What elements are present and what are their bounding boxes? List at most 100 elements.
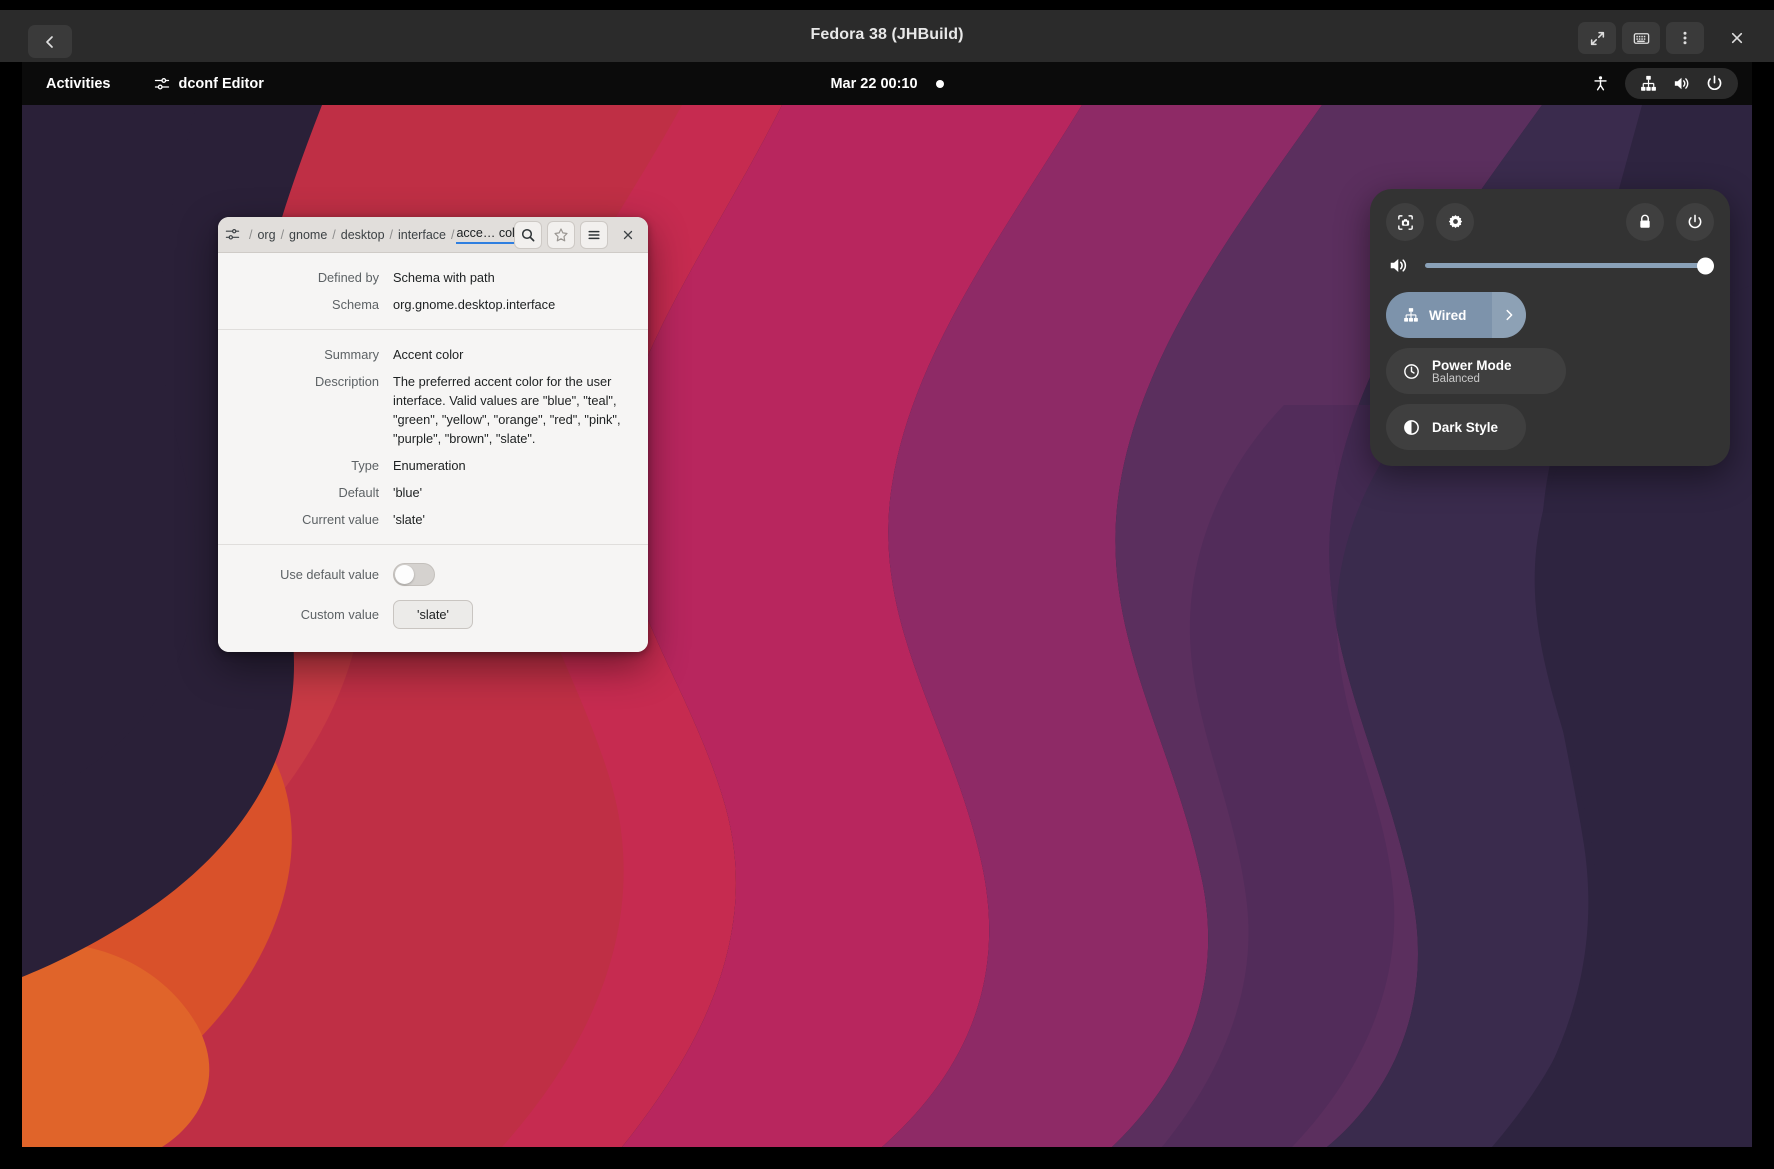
volume-high-icon (1388, 255, 1409, 276)
close-icon (1729, 30, 1745, 46)
row-value: Schema with path (393, 268, 495, 287)
volume-slider[interactable] (1425, 263, 1712, 268)
accessibility-icon (1592, 75, 1609, 92)
breadcrumb-item-desktop[interactable]: desktop (338, 227, 388, 243)
screenshot-icon (1396, 213, 1415, 232)
row-use-default-value: Use default value (218, 559, 648, 590)
row-value: 'blue' (393, 483, 422, 502)
clock-label[interactable]: Mar 22 00:10 (830, 76, 917, 92)
row-label: Defined by (218, 268, 393, 287)
network-wired-icon (1639, 74, 1658, 93)
breadcrumb-separator: / (330, 228, 337, 242)
row-schema: Schema org.gnome.desktop.interface (218, 291, 648, 318)
search-icon (520, 227, 536, 243)
accessibility-button[interactable] (1586, 71, 1615, 96)
quick-tile-dark-style[interactable]: Dark Style (1386, 404, 1526, 450)
row-custom-value: Custom value 'slate' (218, 590, 648, 633)
breadcrumb-item-gnome[interactable]: gnome (286, 227, 330, 243)
close-button[interactable] (615, 222, 641, 248)
fullscreen-button[interactable] (1578, 22, 1616, 54)
volume-icon (1672, 74, 1691, 93)
row-value: The preferred accent color for the user … (393, 372, 625, 448)
quick-tile-power-mode[interactable]: Power Mode Balanced (1386, 348, 1566, 394)
row-label: Use default value (218, 565, 393, 584)
row-label: Current value (218, 510, 393, 529)
use-default-value-toggle[interactable] (393, 563, 435, 586)
volume-slider-row (1388, 255, 1712, 276)
breadcrumb-separator: / (449, 228, 456, 242)
keyboard-button[interactable] (1622, 22, 1660, 54)
quick-tile-power-mode-text: Power Mode Balanced (1432, 358, 1512, 385)
quick-tile-power-mode-sublabel: Balanced (1432, 373, 1512, 385)
row-description: Description The preferred accent color f… (218, 368, 648, 452)
emulator-window-controls (1578, 22, 1756, 54)
expand-arrows-icon (1589, 30, 1606, 47)
search-button[interactable] (514, 221, 542, 249)
power-icon (1705, 74, 1724, 93)
row-label: Summary (218, 345, 393, 364)
row-value: org.gnome.desktop.interface (393, 295, 555, 314)
half-circle-icon (1402, 418, 1421, 437)
quick-tile-dark-style-label: Dark Style (1432, 420, 1498, 435)
volume-slider-thumb[interactable] (1697, 257, 1714, 274)
breadcrumb-separator: / (388, 228, 395, 242)
row-label: Default (218, 483, 393, 502)
emulator-title: Fedora 38 (JHBuild) (0, 26, 1774, 44)
breadcrumb: / org / gnome / desktop / interface / ac… (225, 226, 509, 244)
breadcrumb-separator: / (247, 228, 254, 242)
keyboard-icon (1632, 29, 1651, 48)
row-label: Schema (218, 295, 393, 314)
row-value: Enumeration (393, 456, 466, 475)
gear-icon (1446, 213, 1465, 232)
breadcrumb-item-org[interactable]: org (254, 227, 278, 243)
emulator-titlebar: Fedora 38 (JHBuild) (0, 0, 1774, 62)
app-menu-button[interactable]: dconf Editor (146, 72, 271, 96)
clock-area: Mar 22 00:10 (22, 76, 1752, 92)
hamburger-icon (586, 227, 602, 243)
section-editing: Use default value Custom value 'slate' (218, 544, 648, 644)
breadcrumb-item-interface[interactable]: interface (395, 227, 449, 243)
sliders-icon (225, 227, 240, 242)
menu-button[interactable] (1666, 22, 1704, 54)
quick-tile-wired-expand[interactable] (1492, 292, 1526, 338)
three-dots-vertical-icon (1677, 30, 1693, 46)
quick-tile-power-mode-label: Power Mode (1432, 358, 1512, 373)
screenshot-button[interactable] (1386, 203, 1424, 241)
dconf-editor-window: / org / gnome / desktop / interface / ac… (218, 217, 648, 652)
sliders-icon (154, 76, 170, 92)
quick-tile-wired-main[interactable]: Wired (1386, 292, 1492, 338)
row-value: 'slate' (393, 510, 425, 529)
row-current-value: Current value 'slate' (218, 506, 648, 533)
gnome-topbar: Activities dconf Editor Mar 22 00:10 (22, 62, 1752, 105)
quick-tile-wired-label: Wired (1429, 308, 1466, 323)
custom-value-dropdown[interactable]: 'slate' (393, 600, 473, 629)
power-icon (1686, 213, 1704, 231)
dconf-headerbar: / org / gnome / desktop / interface / ac… (218, 217, 648, 253)
row-label: Description (218, 372, 393, 391)
network-wired-icon (1402, 306, 1420, 324)
row-defined-by: Defined by Schema with path (218, 264, 648, 291)
emulator-close-button[interactable] (1718, 22, 1756, 54)
row-value: Accent color (393, 345, 463, 364)
row-summary: Summary Accent color (218, 341, 648, 368)
dconf-content: Defined by Schema with path Schema org.g… (218, 253, 648, 652)
lock-icon (1636, 213, 1654, 231)
breadcrumb-separator: / (279, 228, 286, 242)
close-icon (621, 228, 635, 242)
toggle-knob (395, 565, 414, 584)
desktop[interactable]: / org / gnome / desktop / interface / ac… (22, 105, 1752, 1147)
row-label: Custom value (218, 605, 393, 624)
star-icon (553, 227, 569, 243)
section-definition: Defined by Schema with path Schema org.g… (218, 253, 648, 329)
notification-dot-icon (936, 80, 944, 88)
activities-button[interactable]: Activities (38, 72, 118, 96)
power-button[interactable] (1676, 203, 1714, 241)
menu-button[interactable] (580, 221, 608, 249)
app-name-label: dconf Editor (178, 76, 263, 92)
bookmark-button[interactable] (547, 221, 575, 249)
lock-button[interactable] (1626, 203, 1664, 241)
settings-button[interactable] (1436, 203, 1474, 241)
quick-settings-actions (1386, 203, 1714, 241)
quick-tile-wired[interactable]: Wired (1386, 292, 1526, 338)
system-status-button[interactable] (1625, 68, 1738, 99)
